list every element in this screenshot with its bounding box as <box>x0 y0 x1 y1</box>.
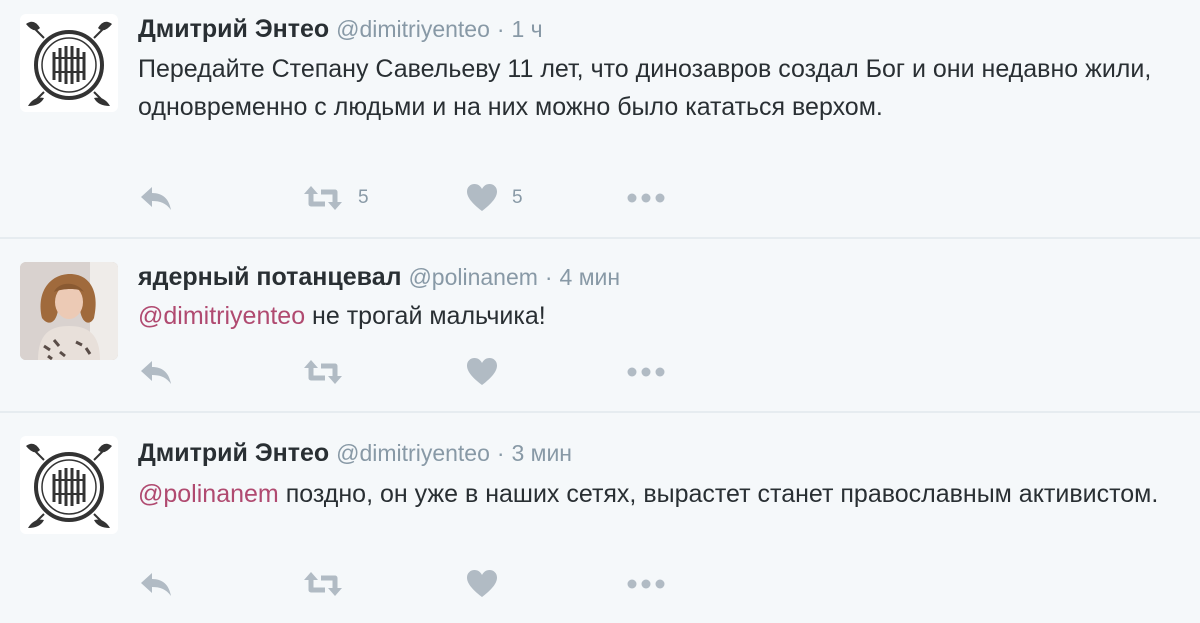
tweet-text-body: Передайте Степану Савельеву 11 лет, что … <box>138 55 1152 121</box>
display-name[interactable]: Дмитрий Энтео <box>138 15 329 43</box>
retweet-button[interactable] <box>302 354 358 390</box>
heart-icon <box>467 358 497 385</box>
retweet-icon <box>304 360 342 384</box>
user-handle[interactable]: @dimitriyenteo <box>336 16 490 42</box>
like-button[interactable] <box>466 354 512 390</box>
tweet-header: ядерный потанцевал @polinanem · 4 мин <box>138 262 620 292</box>
like-count: 5 <box>512 187 523 208</box>
avatar[interactable] <box>20 262 118 360</box>
like-button[interactable] <box>466 566 512 602</box>
heart-icon <box>467 570 497 597</box>
display-name[interactable]: ядерный потанцевал <box>138 263 402 291</box>
tweet-text: Передайте Степану Савельеву 11 лет, что … <box>138 50 1178 126</box>
tweet-divider <box>0 411 1200 413</box>
mention-link[interactable]: @polinanem <box>138 480 279 508</box>
retweet-count: 5 <box>358 187 369 208</box>
timestamp[interactable]: 1 ч <box>511 16 542 42</box>
tweet[interactable]: Дмитрий Энтео @dimitriyenteo · 3 мин @po… <box>0 414 1200 623</box>
reply-button[interactable] <box>138 566 174 602</box>
ornamental-logo-icon <box>26 443 112 528</box>
tweet-divider <box>0 237 1200 239</box>
separator: · <box>496 440 505 466</box>
more-button[interactable] <box>626 180 666 216</box>
like-button[interactable]: 5 <box>466 180 523 216</box>
user-handle[interactable]: @polinanem <box>408 264 537 290</box>
tweet-text-body: поздно, он уже в наших сетях, вырастет с… <box>278 480 1159 508</box>
tweet-actions: 5 5 <box>138 180 698 216</box>
more-button[interactable] <box>626 566 666 602</box>
tweet-text: @polinanem поздно, он уже в наших сетях,… <box>138 475 1178 513</box>
user-handle[interactable]: @dimitriyenteo <box>336 440 490 466</box>
ornamental-logo-icon <box>26 21 112 106</box>
tweet-header: Дмитрий Энтео @dimitriyenteo · 3 мин <box>138 438 572 468</box>
more-icon <box>627 367 665 377</box>
more-icon <box>627 193 665 203</box>
mention-link[interactable]: @dimitriyenteo <box>138 302 305 330</box>
reply-button[interactable] <box>138 354 174 390</box>
separator: · <box>496 16 505 42</box>
avatar[interactable] <box>20 14 118 112</box>
tweet[interactable]: Дмитрий Энтео @dimitriyenteo · 1 ч Перед… <box>0 0 1200 236</box>
timestamp[interactable]: 3 мин <box>511 440 572 466</box>
retweet-button[interactable]: 5 <box>302 180 369 216</box>
heart-icon <box>467 184 497 211</box>
tweet-actions <box>138 354 698 390</box>
display-name[interactable]: Дмитрий Энтео <box>138 439 329 467</box>
reply-icon <box>141 361 171 384</box>
reply-icon <box>141 187 171 210</box>
tweet-header: Дмитрий Энтео @dimitriyenteo · 1 ч <box>138 14 543 44</box>
retweet-icon <box>304 186 342 210</box>
user-photo <box>20 262 118 360</box>
separator: · <box>544 264 553 290</box>
tweet-text: @dimitriyenteo не трогай мальчика! <box>138 297 1178 335</box>
retweet-icon <box>304 572 342 596</box>
tweet-text-body: не трогай мальчика! <box>305 302 546 330</box>
more-icon <box>627 579 665 589</box>
reply-icon <box>141 573 171 596</box>
tweet[interactable]: ядерный потанцевал @polinanem · 4 мин @d… <box>0 240 1200 412</box>
tweet-actions <box>138 566 698 602</box>
reply-button[interactable] <box>138 180 174 216</box>
retweet-button[interactable] <box>302 566 358 602</box>
timestamp[interactable]: 4 мин <box>560 264 621 290</box>
more-button[interactable] <box>626 354 666 390</box>
avatar[interactable] <box>20 436 118 534</box>
